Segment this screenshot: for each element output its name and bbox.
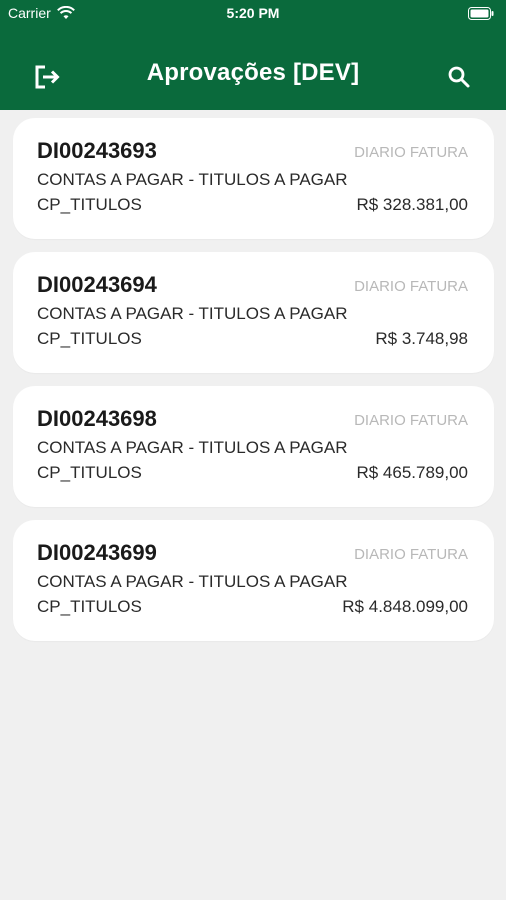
document-code: CP_TITULOS — [37, 329, 142, 348]
document-description: CONTAS A PAGAR - TITULOS A PAGAR — [37, 170, 348, 189]
document-id: DI00243693 — [37, 138, 157, 163]
document-id: DI00243694 — [37, 272, 157, 297]
nav-bar: Aprovações [DEV] — [0, 48, 506, 104]
status-bar: Carrier 5:20 PM — [0, 0, 506, 28]
document-type: DIARIO FATURA — [354, 144, 468, 161]
approval-card[interactable]: DI00243693 DIARIO FATURA CONTAS A PAGAR … — [13, 118, 494, 239]
approval-list: DI00243693 DIARIO FATURA CONTAS A PAGAR … — [13, 118, 494, 654]
search-icon — [448, 66, 470, 88]
document-amount: R$ 4.848.099,00 — [342, 597, 468, 616]
document-type: DIARIO FATURA — [354, 546, 468, 563]
battery-icon — [468, 7, 494, 20]
document-type: DIARIO FATURA — [354, 412, 468, 429]
document-description: CONTAS A PAGAR - TITULOS A PAGAR — [37, 438, 348, 457]
approval-card[interactable]: DI00243698 DIARIO FATURA CONTAS A PAGAR … — [13, 386, 494, 507]
approval-card[interactable]: DI00243699 DIARIO FATURA CONTAS A PAGAR … — [13, 520, 494, 641]
document-code: CP_TITULOS — [37, 463, 142, 482]
document-description: CONTAS A PAGAR - TITULOS A PAGAR — [37, 572, 348, 591]
app-header: Carrier 5:20 PM Aprovações [DEV] — [0, 0, 506, 110]
document-description: CONTAS A PAGAR - TITULOS A PAGAR — [37, 304, 348, 323]
document-amount: R$ 465.789,00 — [356, 463, 468, 482]
document-id: DI00243698 — [37, 406, 157, 431]
document-amount: R$ 3.748,98 — [375, 329, 468, 348]
document-code: CP_TITULOS — [37, 597, 142, 616]
approval-card[interactable]: DI00243694 DIARIO FATURA CONTAS A PAGAR … — [13, 252, 494, 373]
document-code: CP_TITULOS — [37, 195, 142, 214]
document-id: DI00243699 — [37, 540, 157, 565]
document-amount: R$ 328.381,00 — [356, 195, 468, 214]
document-type: DIARIO FATURA — [354, 278, 468, 295]
search-button[interactable] — [442, 60, 476, 94]
page-title: Aprovações [DEV] — [146, 59, 360, 86]
status-time: 5:20 PM — [226, 5, 280, 21]
